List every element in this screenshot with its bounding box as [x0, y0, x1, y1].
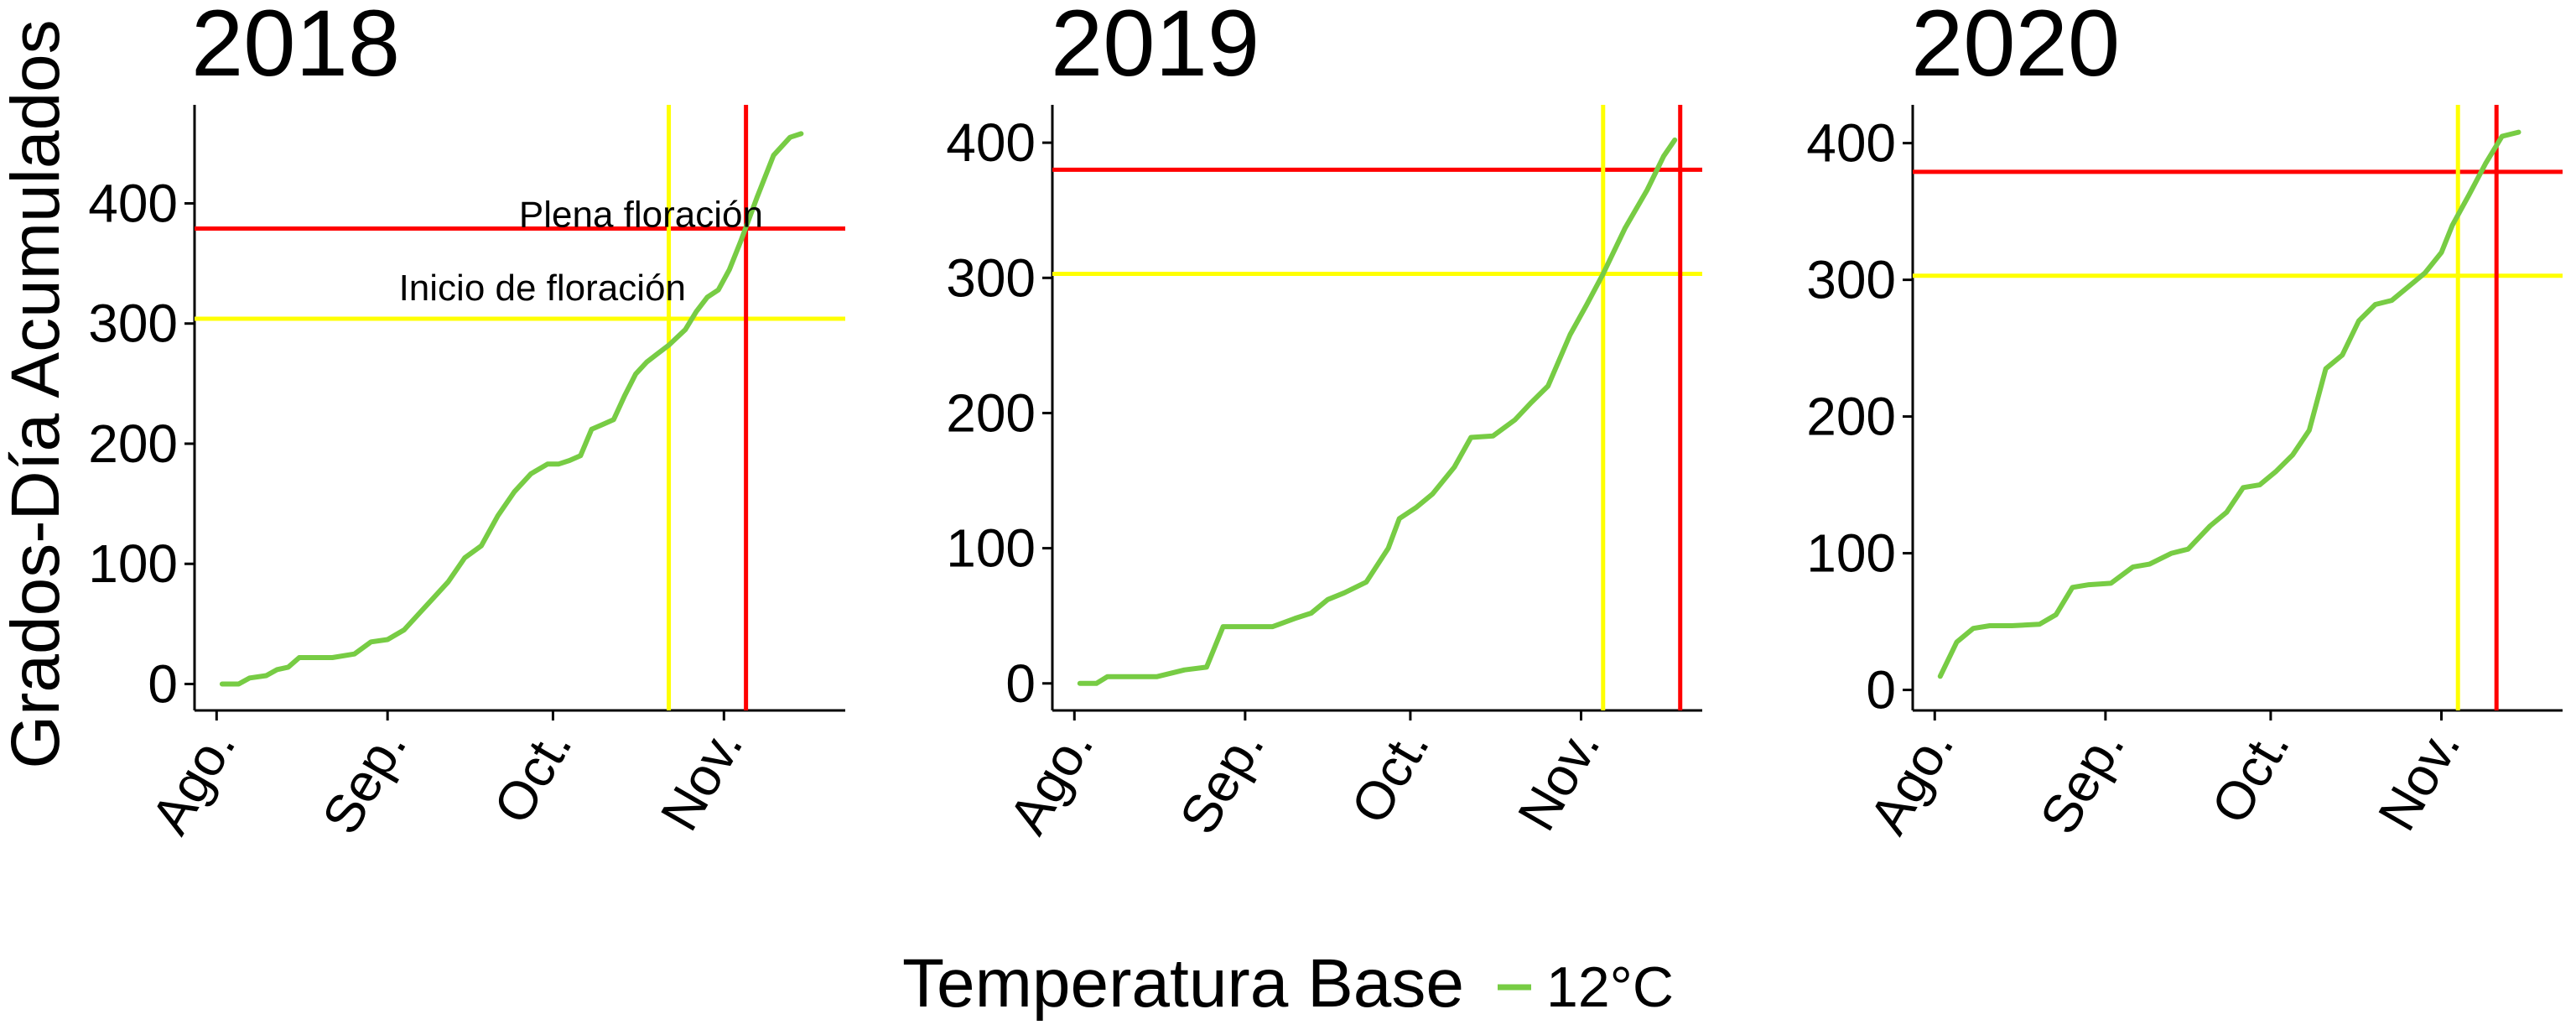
- hline-annotation: Plena floración: [519, 195, 763, 236]
- y-tick-label: 200: [946, 382, 1036, 443]
- y-tick-label: 300: [88, 294, 178, 354]
- y-tick-label: 100: [88, 533, 178, 594]
- y-tick-label: 200: [1806, 387, 1896, 447]
- panel-title: 2020: [1911, 0, 2120, 96]
- y-tick-label: 0: [1866, 660, 1896, 720]
- figure-background: [0, 0, 2576, 1030]
- y-tick-label: 400: [946, 112, 1036, 173]
- y-tick-label: 0: [1005, 653, 1036, 714]
- y-tick-label: 400: [88, 173, 178, 233]
- legend-title: Temperatura Base: [902, 945, 1464, 1022]
- figure: Grados-Día Acumulados 20180100200300400A…: [0, 0, 2576, 1030]
- panel-title: 2018: [191, 0, 400, 96]
- y-axis-label: Grados-Día Acumulados: [0, 19, 74, 768]
- hline-annotation: Inicio de floración: [399, 268, 686, 309]
- y-tick-label: 300: [946, 247, 1036, 308]
- y-tick-label: 300: [1806, 250, 1896, 310]
- y-tick-label: 100: [946, 518, 1036, 579]
- legend: Temperatura Base 12°C: [902, 945, 1674, 1022]
- y-tick-label: 400: [1806, 113, 1896, 174]
- y-tick-label: 0: [148, 653, 178, 714]
- panel-title: 2019: [1051, 0, 1259, 96]
- y-tick-label: 200: [88, 414, 178, 474]
- y-tick-label: 100: [1806, 523, 1896, 584]
- legend-series-label: 12°C: [1546, 955, 1674, 1019]
